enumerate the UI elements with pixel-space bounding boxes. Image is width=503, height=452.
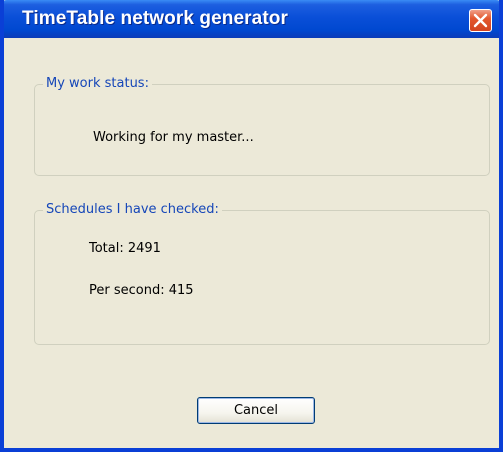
work-status-group: My work status: Working for my master... [34, 76, 490, 176]
schedules-group: Schedules I have checked: Total: 2491 Pe… [34, 202, 490, 345]
cancel-button[interactable]: Cancel [197, 397, 315, 424]
dialog-window: TimeTable network generator My work stat… [0, 0, 503, 452]
close-icon [473, 13, 488, 28]
per-second-count: Per second: 415 [89, 283, 194, 298]
work-status-legend: My work status: [43, 76, 152, 92]
total-count: Total: 2491 [89, 241, 161, 256]
title-bar[interactable]: TimeTable network generator [4, 0, 499, 38]
work-status-text: Working for my master... [93, 130, 254, 145]
schedules-legend: Schedules I have checked: [43, 202, 222, 218]
window-title: TimeTable network generator [22, 8, 288, 29]
close-button[interactable] [469, 9, 492, 32]
